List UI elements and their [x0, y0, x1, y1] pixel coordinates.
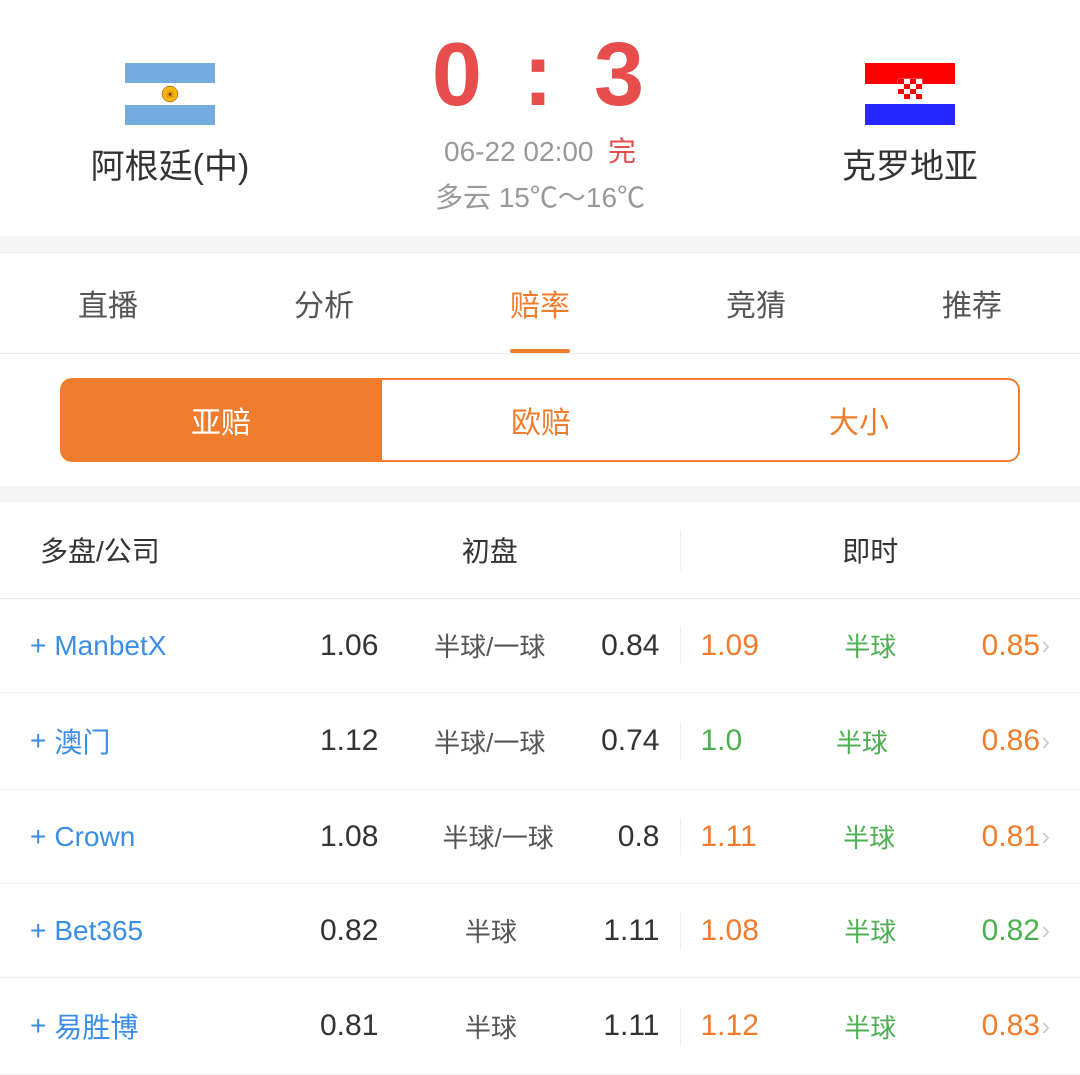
sub-tab-european[interactable]: 欧赔	[382, 378, 700, 462]
realtime-mid-crown: 半球	[843, 818, 895, 855]
odds-table: 多盘/公司 初盘 即时 + ManbetX 1.06 半球/一球 0.84 1.…	[0, 502, 1080, 1075]
company-cell-crown[interactable]: + Crown	[20, 821, 300, 853]
initial-mid-crown: 半球/一球	[442, 818, 553, 855]
initial-cell-bet365: 0.82 半球 1.11	[300, 912, 680, 949]
score-display: 0 : 3	[432, 30, 648, 120]
plus-icon: +	[30, 915, 46, 947]
realtime-left-yisibo: 1.12	[701, 1009, 759, 1043]
initial-mid-yisibo: 半球	[465, 1008, 517, 1045]
team-home: ☀ 阿根廷(中)	[40, 59, 300, 188]
initial-left-bet365: 0.82	[320, 914, 378, 948]
initial-cell-macau: 1.12 半球/一球 0.74	[300, 723, 680, 760]
initial-right-manbetx: 0.84	[601, 629, 659, 663]
company-name-bet365: Bet365	[54, 915, 143, 947]
arrow-icon-crown: ›	[1041, 821, 1050, 852]
realtime-left-manbetx: 1.09	[701, 629, 759, 663]
initial-cell-crown: 1.08 半球/一球 0.8	[300, 818, 680, 855]
initial-left-yisibo: 0.81	[320, 1009, 378, 1043]
realtime-right-crown: 0.81	[982, 820, 1040, 854]
realtime-right-manbetx: 0.85	[982, 629, 1040, 663]
sub-tab-size[interactable]: 大小	[700, 378, 1020, 462]
company-name-yisibo: 易胜博	[54, 1006, 138, 1046]
initial-cell-yisibo: 0.81 半球 1.11	[300, 1008, 680, 1045]
arrow-icon-bet365: ›	[1041, 915, 1050, 946]
plus-icon: +	[30, 1010, 46, 1042]
table-row: + Bet365 0.82 半球 1.11 1.08 半球 0.82 ›	[0, 884, 1080, 978]
realtime-mid-macau: 半球	[836, 723, 888, 760]
sub-tab-section: 亚赔 欧赔 大小	[0, 354, 1080, 486]
plus-icon: +	[30, 725, 46, 757]
header-realtime: 即时	[680, 530, 1061, 570]
flag-argentina: ☀	[125, 59, 215, 129]
initial-mid-manbetx: 半球/一球	[434, 627, 545, 664]
score-section: ☀ 阿根廷(中) 0 : 3 06-22 02:00 完 多云 15℃～16℃	[0, 0, 1080, 236]
svg-text:☀: ☀	[166, 90, 175, 101]
realtime-cell-bet365[interactable]: 1.08 半球 0.82 ›	[680, 912, 1061, 949]
realtime-right-bet365: 0.82	[982, 914, 1040, 948]
divider-1	[0, 236, 1080, 244]
initial-right-crown: 0.8	[618, 820, 660, 854]
tab-odds[interactable]: 赔率	[432, 253, 648, 353]
sub-tab-asian[interactable]: 亚赔	[60, 378, 382, 462]
team-home-name: 阿根廷(中)	[91, 139, 250, 188]
team-away: 克罗地亚	[780, 59, 1040, 188]
initial-right-macau: 0.74	[601, 724, 659, 758]
realtime-mid-yisibo: 半球	[844, 1008, 896, 1045]
plus-icon: +	[30, 821, 46, 853]
match-weather: 多云 15℃～16℃	[435, 176, 645, 216]
table-row: + 澳门 1.12 半球/一球 0.74 1.0 半球 0.86 ›	[0, 693, 1080, 790]
initial-mid-bet365: 半球	[465, 912, 517, 949]
score-away: 3	[594, 25, 648, 125]
initial-mid-macau: 半球/一球	[434, 723, 545, 760]
realtime-cell-manbetx[interactable]: 1.09 半球 0.85 ›	[680, 627, 1061, 664]
tab-analysis[interactable]: 分析	[216, 253, 432, 353]
company-name-crown: Crown	[54, 821, 135, 853]
realtime-left-bet365: 1.08	[701, 914, 759, 948]
tab-live[interactable]: 直播	[0, 253, 216, 353]
table-row: + ManbetX 1.06 半球/一球 0.84 1.09 半球 0.85 ›	[0, 599, 1080, 693]
realtime-mid-bet365: 半球	[844, 912, 896, 949]
table-row: + 易胜博 0.81 半球 1.11 1.12 半球 0.83 ›	[0, 978, 1080, 1075]
tab-navigation: 直播 分析 赔率 竞猜 推荐	[0, 252, 1080, 354]
company-name-macau: 澳门	[54, 721, 110, 761]
initial-left-macau: 1.12	[320, 724, 378, 758]
score-separator: :	[523, 25, 557, 125]
company-cell-macau[interactable]: + 澳门	[20, 721, 300, 761]
table-row: + Crown 1.08 半球/一球 0.8 1.11 半球 0.81 ›	[0, 790, 1080, 884]
score-home: 0	[432, 25, 486, 125]
arrow-icon-macau: ›	[1041, 726, 1050, 757]
realtime-mid-manbetx: 半球	[844, 627, 896, 664]
company-cell-yisibo[interactable]: + 易胜博	[20, 1006, 300, 1046]
initial-right-yisibo: 1.11	[603, 1009, 659, 1043]
plus-icon: +	[30, 630, 46, 662]
match-datetime: 06-22 02:00	[444, 136, 593, 167]
header-company: 多盘/公司	[20, 530, 300, 570]
realtime-cell-yisibo[interactable]: 1.12 半球 0.83 ›	[680, 1008, 1061, 1045]
realtime-right-macau: 0.86	[982, 724, 1040, 758]
arrow-icon-yisibo: ›	[1041, 1011, 1050, 1042]
table-header: 多盘/公司 初盘 即时	[0, 502, 1080, 599]
match-status: 完	[608, 136, 636, 167]
match-info: 06-22 02:00 完	[444, 130, 636, 170]
realtime-left-macau: 1.0	[701, 724, 743, 758]
realtime-right-yisibo: 0.83	[982, 1009, 1040, 1043]
realtime-left-crown: 1.11	[701, 820, 757, 854]
header-initial: 初盘	[300, 530, 680, 570]
tab-recommend[interactable]: 推荐	[864, 253, 1080, 353]
initial-left-manbetx: 1.06	[320, 629, 378, 663]
company-cell-manbetx[interactable]: + ManbetX	[20, 630, 300, 662]
company-name-manbetx: ManbetX	[54, 630, 166, 662]
team-away-name: 克罗地亚	[842, 139, 978, 188]
flag-croatia	[865, 59, 955, 129]
score-center: 0 : 3 06-22 02:00 完 多云 15℃～16℃	[300, 30, 780, 216]
arrow-icon-manbetx: ›	[1041, 630, 1050, 661]
company-cell-bet365[interactable]: + Bet365	[20, 915, 300, 947]
initial-right-bet365: 1.11	[603, 914, 659, 948]
initial-left-crown: 1.08	[320, 820, 378, 854]
initial-cell-manbetx: 1.06 半球/一球 0.84	[300, 627, 680, 664]
tab-guess[interactable]: 竞猜	[648, 253, 864, 353]
realtime-cell-macau[interactable]: 1.0 半球 0.86 ›	[680, 723, 1061, 760]
realtime-cell-crown[interactable]: 1.11 半球 0.81 ›	[680, 818, 1061, 855]
divider-2	[0, 486, 1080, 494]
